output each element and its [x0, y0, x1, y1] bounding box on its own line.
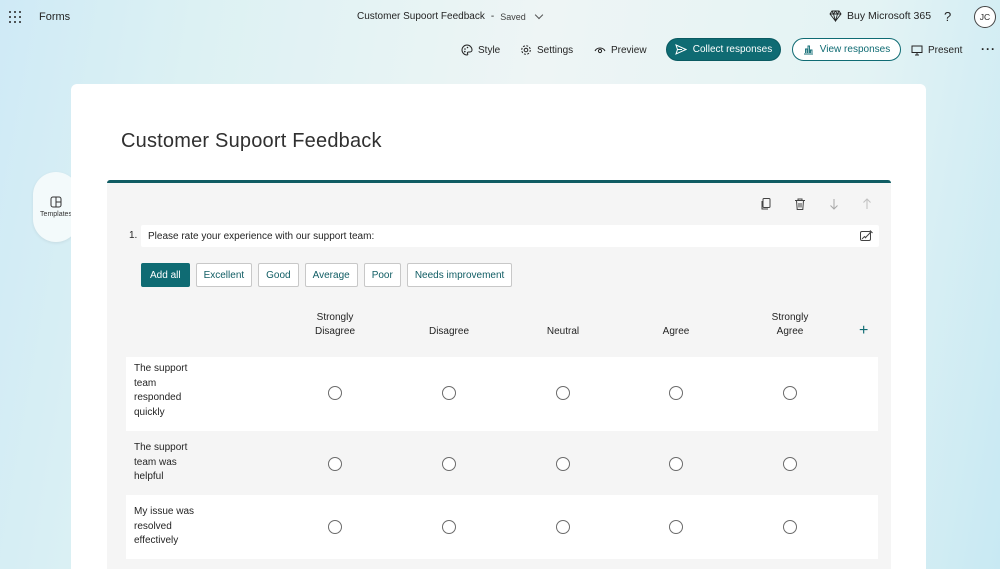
view-responses-label: View responses — [819, 44, 891, 55]
row-label-line: My issue was — [134, 506, 195, 517]
row-label-line: team — [134, 377, 157, 389]
row-label-line: team was — [134, 456, 177, 468]
table-row: The support team responded quickly — [126, 357, 878, 431]
present-label: Present — [928, 44, 963, 56]
radio-button[interactable] — [556, 457, 570, 471]
option-chips: Add all Excellent Good Average Poor Need… — [141, 263, 513, 287]
templates-icon — [50, 196, 62, 208]
row-label-line: effectively — [134, 535, 179, 546]
collect-responses-button[interactable]: Collect responses — [666, 38, 781, 61]
help-icon[interactable]: ? — [944, 9, 951, 24]
settings-label: Settings — [537, 44, 574, 56]
question-block[interactable]: 1. Please rate your experience with our … — [107, 180, 891, 569]
more-options-icon[interactable]: ··· — [981, 42, 996, 56]
radio-button[interactable] — [669, 457, 683, 471]
settings-button[interactable]: Settings — [520, 38, 573, 62]
column-header-line: Disagree — [314, 326, 356, 337]
table-row: My issue was resolved effectively — [126, 495, 878, 559]
top-bar: Forms Customer Supoort Feedback - Saved … — [0, 0, 1000, 34]
radio-button[interactable] — [442, 457, 456, 471]
chip-poor[interactable]: Poor — [363, 263, 401, 287]
row-statement[interactable]: The support team was helpful — [134, 441, 204, 485]
eye-icon — [594, 47, 606, 54]
column-header[interactable]: Agree — [636, 325, 716, 339]
column-header[interactable]: Neutral — [523, 325, 603, 339]
radio-button[interactable] — [556, 520, 570, 534]
delete-icon[interactable] — [793, 197, 807, 211]
move-up-icon[interactable] — [860, 197, 874, 211]
style-button[interactable]: Style — [461, 38, 500, 62]
radio-button[interactable] — [669, 386, 683, 400]
radio-button[interactable] — [328, 520, 342, 534]
palette-icon — [461, 44, 473, 56]
buy-microsoft-365-button[interactable]: Buy Microsoft 365 — [829, 10, 931, 22]
row-label-line: The support — [134, 442, 188, 453]
radio-button[interactable] — [783, 386, 797, 400]
column-header[interactable]: Strongly Agree — [750, 311, 830, 339]
diamond-icon — [829, 10, 842, 22]
style-label: Style — [478, 44, 501, 56]
row-label-line: responded — [134, 392, 182, 403]
preview-button[interactable]: Preview — [594, 38, 647, 62]
chip-needs-improvement[interactable]: Needs improvement — [406, 263, 513, 287]
add-column-icon[interactable]: + — [859, 323, 868, 339]
present-button[interactable]: Present — [911, 38, 962, 62]
row-label-line: helpful — [134, 471, 164, 482]
app-launcher-icon[interactable] — [9, 11, 21, 23]
radio-button[interactable] — [442, 520, 456, 534]
row-label-line: quickly — [134, 406, 165, 418]
row-label-line: The support — [134, 363, 188, 374]
templates-label: Templates — [40, 211, 72, 218]
document-title-group[interactable]: Customer Supoort Feedback - Saved — [357, 10, 543, 22]
radio-button[interactable] — [783, 520, 797, 534]
form-card: Customer Supoort Feedback 1. Please rate… — [71, 84, 926, 569]
send-icon — [674, 44, 687, 55]
copy-icon[interactable] — [759, 197, 773, 211]
chip-good[interactable]: Good — [258, 263, 299, 287]
likert-header: Strongly Disagree Disagree Neutral Agree… — [126, 301, 878, 357]
chevron-down-icon — [534, 10, 543, 19]
question-text-field[interactable]: Please rate your experience with our sup… — [141, 225, 879, 247]
chip-average[interactable]: Average — [304, 263, 358, 287]
radio-button[interactable] — [783, 457, 797, 471]
chip-excellent[interactable]: Excellent — [195, 263, 253, 287]
row-statement[interactable]: The support team responded quickly — [134, 362, 204, 420]
radio-button[interactable] — [328, 386, 342, 400]
question-number: 1. — [129, 230, 138, 241]
save-status: Saved — [500, 11, 526, 22]
column-header[interactable]: Disagree — [409, 325, 489, 339]
view-responses-button[interactable]: View responses — [792, 38, 901, 61]
document-title: Customer Supoort Feedback — [357, 11, 485, 22]
question-text: Please rate your experience with our sup… — [148, 230, 375, 242]
collect-responses-label: Collect responses — [692, 44, 773, 55]
row-label-line: resolved — [134, 520, 172, 532]
row-statement[interactable]: My issue was resolved effectively — [134, 505, 204, 549]
table-row: The support team was helpful — [126, 431, 878, 495]
radio-button[interactable] — [328, 457, 342, 471]
column-header-line: Strongly — [771, 312, 809, 323]
avatar[interactable]: JC — [974, 6, 996, 28]
column-header-line: Agree — [776, 326, 804, 337]
column-header[interactable]: Strongly Disagree — [295, 311, 375, 339]
edit-image-icon[interactable] — [859, 229, 873, 243]
app-name[interactable]: Forms — [39, 11, 70, 23]
preview-label: Preview — [611, 44, 647, 56]
monitor-icon — [911, 45, 923, 56]
likert-grid: Strongly Disagree Disagree Neutral Agree… — [126, 301, 878, 559]
title-separator: - — [490, 11, 495, 22]
move-down-icon[interactable] — [827, 197, 841, 211]
bar-chart-icon — [803, 45, 813, 55]
radio-button[interactable] — [669, 520, 683, 534]
gear-icon — [521, 45, 531, 55]
form-title[interactable]: Customer Supoort Feedback — [121, 130, 382, 153]
radio-button[interactable] — [556, 386, 570, 400]
add-all-button[interactable]: Add all — [141, 263, 190, 287]
buy-label: Buy Microsoft 365 — [847, 10, 932, 22]
column-header-line: Strongly — [316, 312, 354, 323]
radio-button[interactable] — [442, 386, 456, 400]
